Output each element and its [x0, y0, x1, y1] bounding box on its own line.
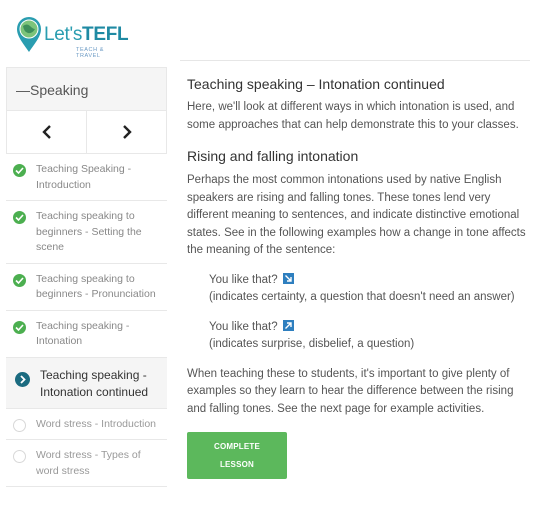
chevron-right-circle-icon: [15, 371, 30, 387]
rising-arrow-icon: [282, 319, 294, 331]
lesson-content: Teaching speaking – Intonation continued…: [187, 74, 527, 479]
sidebar-item-types-of-word-stress[interactable]: Word stress - Types of word stress: [6, 440, 167, 487]
check-icon: [13, 273, 26, 287]
sidebar-item-teaching-speaking-introduction[interactable]: Teaching Speaking - Introduction: [6, 154, 167, 201]
lesson-sidebar: —Speaking Teaching Speaking - Introducti…: [6, 67, 167, 487]
closing-paragraph: When teaching these to students, it's im…: [187, 367, 514, 415]
lesson-intro: Here, we'll look at different ways in wh…: [187, 101, 519, 131]
module-title[interactable]: —Speaking: [6, 67, 167, 111]
sidebar-item-label: Teaching speaking - Intonation: [36, 319, 130, 348]
example-phrase: You like that?: [209, 273, 278, 286]
empty-circle-icon: [13, 450, 26, 463]
sidebar-item-pronunciation[interactable]: Teaching speaking to beginners - Pronunc…: [6, 264, 167, 311]
brand-tagline: TEACH & TRAVEL: [76, 47, 105, 59]
section-body: Perhaps the most common intonations used…: [187, 174, 526, 256]
sidebar-item-intonation[interactable]: Teaching speaking - Intonation: [6, 311, 167, 358]
example-phrase: You like that?: [209, 320, 278, 333]
header-divider: [180, 60, 530, 61]
brand-name: Let'sTEFL: [44, 24, 129, 45]
check-icon: [13, 164, 26, 177]
lesson-nav: [6, 111, 167, 154]
section-heading: Rising and falling intonation: [187, 148, 359, 164]
sidebar-item-intonation-continued[interactable]: Teaching speaking - Intonation continued: [6, 357, 167, 409]
sidebar-item-label: Word stress - Introduction: [36, 417, 157, 430]
check-icon: [13, 320, 26, 334]
lesson-title: Teaching speaking – Intonation continued: [187, 76, 445, 92]
example-note: (indicates surprise, disbelief, a questi…: [209, 338, 415, 350]
sidebar-item-label: Teaching speaking to beginners - Pronunc…: [36, 272, 156, 301]
previous-lesson-button[interactable]: [7, 111, 87, 153]
chevron-left-icon: [41, 125, 51, 139]
complete-lesson-button[interactable]: COMPLETE LESSON: [187, 432, 287, 479]
example-falling: You like that? (indicates certainty, a q…: [209, 272, 527, 307]
sidebar-item-word-stress-introduction[interactable]: Word stress - Introduction: [6, 409, 167, 440]
example-rising: You like that? (indicates surprise, disb…: [209, 319, 527, 354]
example-note: (indicates certainty, a question that do…: [209, 291, 515, 303]
sidebar-item-label: Word stress - Types of word stress: [36, 449, 141, 477]
empty-circle-icon: [13, 418, 26, 432]
check-icon: [13, 211, 26, 224]
globe-pin-icon: [17, 17, 41, 52]
falling-arrow-icon: [282, 272, 294, 284]
next-lesson-button[interactable]: [87, 111, 166, 153]
chevron-right-icon: [122, 125, 132, 139]
sidebar-item-label: Teaching Speaking - Introduction: [36, 163, 132, 191]
sidebar-item-label: Teaching speaking to beginners - Setting…: [36, 210, 142, 253]
sidebar-item-setting-the-scene[interactable]: Teaching speaking to beginners - Setting…: [6, 201, 167, 264]
logo[interactable]: Let'sTEFL TEACH & TRAVEL: [14, 10, 129, 59]
sidebar-item-label: Teaching speaking - Intonation continued: [40, 367, 149, 399]
